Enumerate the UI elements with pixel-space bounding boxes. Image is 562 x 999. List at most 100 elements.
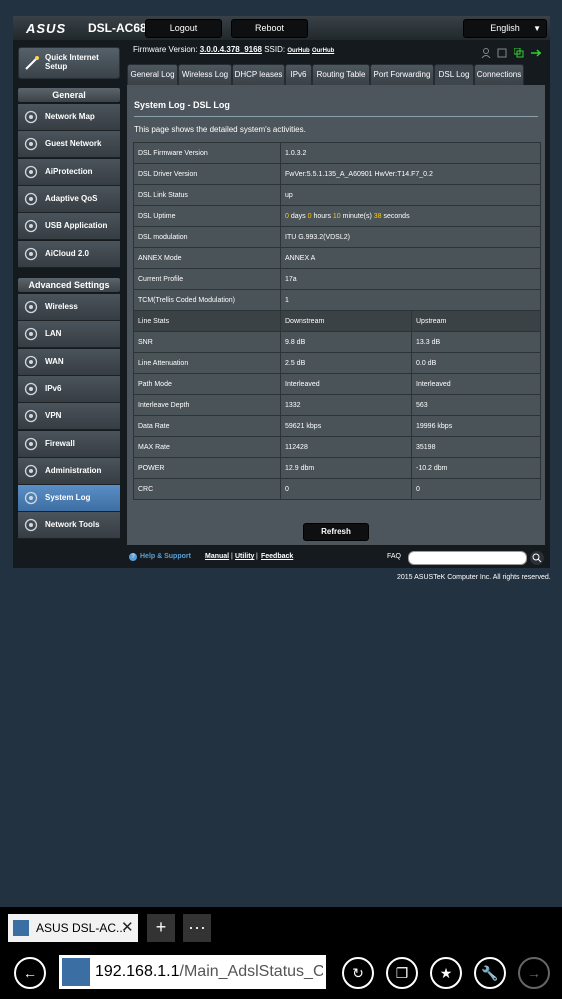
faq-search-input[interactable]	[408, 551, 527, 565]
language-select[interactable]: English ▼	[463, 19, 547, 38]
sidebar-item-usb-application[interactable]: USB Application	[18, 213, 120, 241]
tab-wireless-log[interactable]: Wireless Log	[178, 64, 232, 86]
sidebar-item-label: LAN	[45, 329, 62, 339]
tab-connections[interactable]: Connections	[474, 64, 524, 86]
search-icon	[532, 553, 542, 563]
tab-dsl-log[interactable]: DSL Log	[434, 64, 474, 86]
wireless-icon	[24, 300, 38, 314]
downstream-value: 9.8 dB	[280, 331, 412, 353]
ssid-link-5g[interactable]: OurHub	[312, 48, 334, 54]
url-field[interactable]: 192.168.1.1/Main_AdslStatus_Con	[59, 955, 326, 989]
browser-tab[interactable]: ASUS DSL-AC... ✕	[8, 914, 138, 942]
tab-dhcp-leases[interactable]: DHCP leases	[232, 64, 285, 86]
tab-routing-table[interactable]: Routing Table	[312, 64, 370, 86]
row-value: ANNEX A	[280, 247, 541, 269]
copyright-text: 2015 ASUSTeK Computer Inc. All rights re…	[397, 574, 551, 581]
sidebar-item-label: USB Application	[45, 221, 108, 231]
sidebar-item-adaptive-qos[interactable]: Adaptive QoS	[18, 185, 120, 213]
footer-separator-2: |	[256, 553, 258, 560]
refresh-button[interactable]: Refresh	[303, 523, 369, 541]
firmware-version-link[interactable]: 3.0.0.4.378_9168	[200, 45, 262, 54]
sidebar-item-label: AiProtection	[45, 166, 93, 176]
manual-link[interactable]: Manual	[205, 553, 229, 560]
ssid-link[interactable]: OurHub	[287, 48, 309, 54]
wand-icon	[24, 55, 40, 71]
row-label: DSL modulation	[133, 226, 281, 248]
footer-separator: |	[231, 553, 233, 560]
firmware-info: Firmware Version: 3.0.0.4.378_9168 SSID:…	[133, 45, 334, 54]
downstream-value: 112428	[280, 436, 412, 458]
faq-label: FAQ	[387, 553, 402, 560]
refresh-page-button[interactable]: ↻	[342, 957, 374, 989]
upstream-value: 0.0 dB	[411, 352, 541, 374]
forward-button[interactable]: →	[518, 957, 550, 989]
internet-status-icon	[513, 45, 524, 63]
favicon-icon	[13, 920, 29, 936]
uptime-seconds: 38	[373, 212, 382, 220]
tab-ipv6[interactable]: IPv6	[285, 64, 312, 86]
sidebar-item-system-log[interactable]: System Log	[18, 485, 120, 513]
quick-internet-setup-button[interactable]: Quick Internet Setup	[18, 47, 120, 79]
sidebar-item-aiprotection[interactable]: AiProtection	[18, 158, 120, 186]
close-tab-icon[interactable]: ✕	[121, 918, 134, 936]
sidebar-item-lan[interactable]: LAN	[18, 321, 120, 349]
faq-search-button[interactable]	[530, 551, 544, 565]
browser-tab-title: ASUS DSL-AC...	[36, 921, 127, 935]
row-value: 17a	[280, 268, 541, 290]
sidebar-item-guest-network[interactable]: Guest Network	[18, 131, 120, 159]
ipv6-icon	[24, 382, 38, 396]
sidebar-item-firewall[interactable]: Firewall	[18, 430, 120, 458]
sidebar-item-ipv6[interactable]: IPv6	[18, 375, 120, 403]
row-label: Interleave Depth	[133, 394, 281, 416]
url-path: /Main_AdslStatus_Con	[179, 963, 323, 980]
sidebar-item-label: Guest Network	[45, 139, 102, 149]
reboot-button[interactable]: Reboot	[231, 19, 308, 38]
wifi-status-icon	[497, 45, 507, 63]
back-button[interactable]: ←	[14, 957, 46, 989]
new-tab-button[interactable]: +	[147, 914, 175, 942]
ssid-label: SSID:	[264, 45, 286, 54]
table-row: Current Profile 17a	[133, 268, 541, 290]
sidebar-item-label: Firewall	[45, 438, 75, 448]
sidebar-item-network-map[interactable]: Network Map	[18, 104, 120, 131]
sidebar-item-vpn[interactable]: VPN	[18, 403, 120, 431]
row-label: DSL Uptime	[133, 205, 281, 227]
usb-icon	[530, 45, 542, 63]
tab-menu-button[interactable]: ···	[183, 914, 211, 942]
sidebar-item-wireless[interactable]: Wireless	[18, 294, 120, 321]
favorites-star-button[interactable]: ★	[430, 957, 462, 989]
tab-port-forwarding[interactable]: Port Forwarding	[370, 64, 434, 86]
url-domain: 192.168.1.1	[95, 963, 180, 980]
system-log-icon	[24, 491, 38, 505]
sidebar-item-administration[interactable]: Administration	[18, 457, 120, 485]
advanced-settings-header: Advanced Settings	[18, 278, 120, 292]
tools-wrench-button[interactable]: 🔧	[474, 957, 506, 989]
upstream-value: 13.3 dB	[411, 331, 541, 353]
row-label: Path Mode	[133, 373, 281, 395]
utility-link[interactable]: Utility	[235, 553, 254, 560]
row-label: DSL Driver Version	[133, 163, 281, 185]
sidebar-item-label: VPN	[45, 411, 62, 421]
quick-setup-label: Quick Internet Setup	[45, 53, 99, 71]
page-description: This page shows the detailed system's ac…	[134, 125, 306, 134]
page-title: System Log - DSL Log	[134, 100, 230, 110]
tabs-view-button[interactable]: ❐	[386, 957, 418, 989]
sidebar-item-wan[interactable]: WAN	[18, 348, 120, 376]
downstream-value: 59621 kbps	[280, 415, 412, 437]
row-label: Current Profile	[133, 268, 281, 290]
title-divider	[134, 116, 538, 117]
help-support-link[interactable]: Help & Support	[140, 553, 191, 560]
table-row: DSL Link Status up	[133, 184, 541, 206]
table-row: DSL modulation ITU G.993.2(VDSL2)	[133, 226, 541, 248]
tab-general-log[interactable]: General Log	[127, 64, 178, 86]
sidebar-item-label: Wireless	[45, 302, 78, 311]
sidebar-item-network-tools[interactable]: Network Tools	[18, 512, 120, 540]
feedback-link[interactable]: Feedback	[261, 553, 293, 560]
administration-icon	[24, 464, 38, 478]
top-bar: ASUS DSL-AC68U Logout Reboot English ▼	[13, 16, 550, 40]
sidebar-item-aicloud-2-0[interactable]: AiCloud 2.0	[18, 240, 120, 268]
logout-button[interactable]: Logout	[145, 19, 222, 38]
row-label: SNR	[133, 331, 281, 353]
dsl-stats-table: DSL Firmware Version 1.0.3.2 DSL Driver Ve…	[133, 142, 541, 500]
sidebar-item-label: Network Map	[45, 112, 95, 121]
